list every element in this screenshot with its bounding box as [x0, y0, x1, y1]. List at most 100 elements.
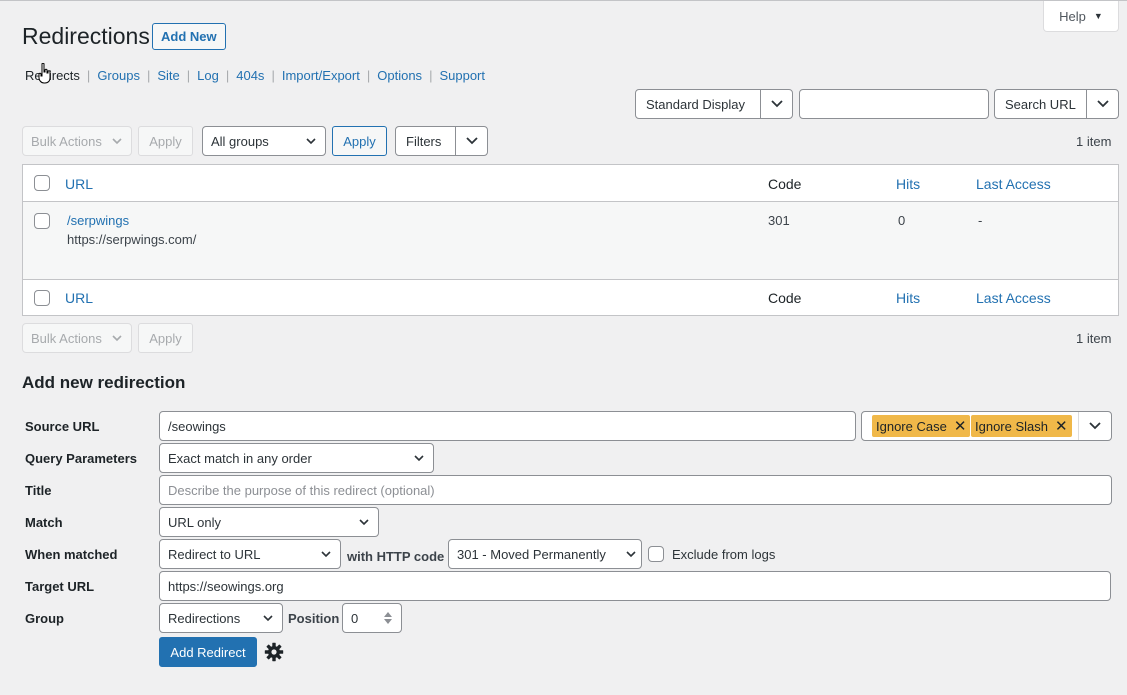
match-value: URL only [168, 514, 221, 530]
group-select[interactable]: Redirections [159, 603, 283, 633]
subnav-redirects[interactable]: Redirects [25, 68, 80, 83]
when-matched-label: When matched [25, 547, 118, 562]
select-all-checkbox[interactable] [34, 175, 50, 191]
add-redirect-button[interactable]: Add Redirect [159, 637, 257, 667]
remove-tag-icon[interactable]: ✕ [1055, 417, 1068, 435]
apply-bulk-button-top[interactable]: Apply [138, 126, 193, 156]
column-url-footer[interactable]: URL [65, 290, 93, 306]
exclude-from-logs-checkbox[interactable] [648, 546, 664, 562]
group-filter-label: All groups [211, 133, 269, 149]
page-title: Redirections [22, 23, 150, 49]
select-all-checkbox-footer[interactable] [34, 290, 50, 306]
query-parameters-select[interactable]: Exact match in any order [159, 443, 434, 473]
item-count-top: 1 item [1076, 134, 1112, 149]
subnav-import-export[interactable]: Import/Export [282, 68, 360, 83]
chevron-down-icon[interactable] [1086, 90, 1118, 118]
chevron-down-icon [359, 519, 369, 526]
subnav-separator: | [225, 68, 230, 83]
gear-icon[interactable] [264, 642, 284, 662]
title-input[interactable]: Describe the purpose of this redirect (o… [159, 475, 1112, 505]
filters-label: Filters [406, 133, 442, 149]
item-count-bottom: 1 item [1076, 331, 1112, 346]
display-mode-select[interactable]: Standard Display [635, 89, 793, 119]
subnav-separator: | [366, 68, 371, 83]
tag-ignore-case: Ignore Case ✕ [872, 415, 971, 437]
source-url-input[interactable]: /seowings [159, 411, 856, 441]
caret-down-icon: ▼ [1093, 11, 1103, 21]
query-parameters-value: Exact match in any order [168, 450, 312, 466]
subnav-separator: | [146, 68, 151, 83]
chevron-down-icon [112, 335, 122, 342]
exclude-from-logs[interactable]: Exclude from logs [648, 546, 775, 562]
target-url-input[interactable]: https://seowings.org [159, 571, 1111, 601]
target-url-label: Target URL [25, 579, 95, 594]
when-matched-value: Redirect to URL [168, 546, 261, 562]
position-value: 0 [351, 610, 359, 626]
column-url[interactable]: URL [65, 176, 93, 192]
chevron-down-icon[interactable] [455, 127, 487, 155]
remove-tag-icon[interactable]: ✕ [954, 417, 967, 435]
http-code-value: 301 - Moved Permanently [457, 546, 606, 562]
source-flags-select[interactable]: Ignore Case ✕ Ignore Slash ✕ [861, 411, 1112, 441]
spinner-arrows-icon[interactable] [383, 609, 393, 627]
filters-button[interactable]: Filters [395, 126, 488, 156]
chevron-down-icon [263, 615, 273, 622]
column-last-access[interactable]: Last Access [976, 176, 1051, 192]
bulk-actions-select-top[interactable]: Bulk Actions [22, 126, 132, 156]
chevron-down-icon[interactable] [1078, 412, 1111, 440]
subnav-log[interactable]: Log [197, 68, 219, 83]
target-url-value: https://seowings.org [168, 578, 284, 594]
chevron-down-icon [112, 138, 122, 145]
tag-ignore-slash: Ignore Slash ✕ [971, 415, 1072, 437]
when-matched-select[interactable]: Redirect to URL [159, 539, 341, 569]
table-footer: URL Code Hits Last Access [23, 279, 1118, 316]
row-checkbox[interactable] [34, 213, 50, 229]
tag-label: Ignore Slash [975, 418, 1048, 434]
redirects-table: URL Code Hits Last Access /serpwings htt… [22, 164, 1119, 316]
exclude-from-logs-label: Exclude from logs [672, 546, 776, 562]
http-code-select[interactable]: 301 - Moved Permanently [448, 539, 642, 569]
subnav-support[interactable]: Support [439, 68, 485, 83]
bulk-actions-select-bottom[interactable]: Bulk Actions [22, 323, 132, 353]
hand-cursor-icon [38, 63, 51, 84]
subnav: Redirects | Groups | Site | Log | 404s | Impo… [25, 68, 485, 83]
position-input[interactable]: 0 [342, 603, 402, 633]
chevron-down-icon [626, 551, 636, 558]
row-source-url[interactable]: /serpwings [67, 213, 129, 228]
column-code-footer: Code [768, 290, 802, 306]
source-url-value: /seowings [168, 418, 226, 434]
bulk-actions-label: Bulk Actions [31, 133, 102, 149]
apply-bulk-button-bottom[interactable]: Apply [138, 323, 193, 353]
row-target-url: https://serpwings.com/ [67, 232, 197, 247]
group-filter-select[interactable]: All groups [202, 126, 326, 156]
chevron-down-icon [414, 455, 424, 462]
subnav-site[interactable]: Site [157, 68, 179, 83]
match-label: Match [25, 515, 63, 530]
column-last-access-footer[interactable]: Last Access [976, 290, 1051, 306]
subnav-separator: | [429, 68, 433, 83]
subnav-separator: | [86, 68, 91, 83]
help-tab[interactable]: Help ▼ [1043, 1, 1119, 32]
group-value: Redirections [168, 610, 241, 626]
row-code: 301 [768, 213, 790, 228]
row-hits: 0 [898, 213, 906, 228]
add-new-button[interactable]: Add New [152, 23, 226, 50]
chevron-down-icon [321, 551, 331, 558]
search-url-label: Search URL [1005, 96, 1076, 112]
search-url-button[interactable]: Search URL [994, 89, 1119, 119]
source-url-label: Source URL [25, 419, 100, 434]
chevron-down-icon [760, 90, 792, 118]
column-hits-footer[interactable]: Hits [896, 290, 920, 306]
subnav-groups[interactable]: Groups [97, 68, 140, 83]
query-parameters-label: Query Parameters [25, 451, 138, 466]
subnav-404s[interactable]: 404s [236, 68, 264, 83]
apply-filter-button[interactable]: Apply [332, 126, 387, 156]
subnav-options[interactable]: Options [377, 68, 422, 83]
search-input[interactable] [799, 89, 989, 119]
column-hits[interactable]: Hits [896, 176, 920, 192]
help-tab-label: Help [1059, 8, 1086, 24]
table-row: /serpwings https://serpwings.com/ 301 0 … [23, 202, 1118, 279]
subnav-separator: | [186, 68, 191, 83]
http-code-label: with HTTP code [347, 549, 445, 564]
match-select[interactable]: URL only [159, 507, 379, 537]
